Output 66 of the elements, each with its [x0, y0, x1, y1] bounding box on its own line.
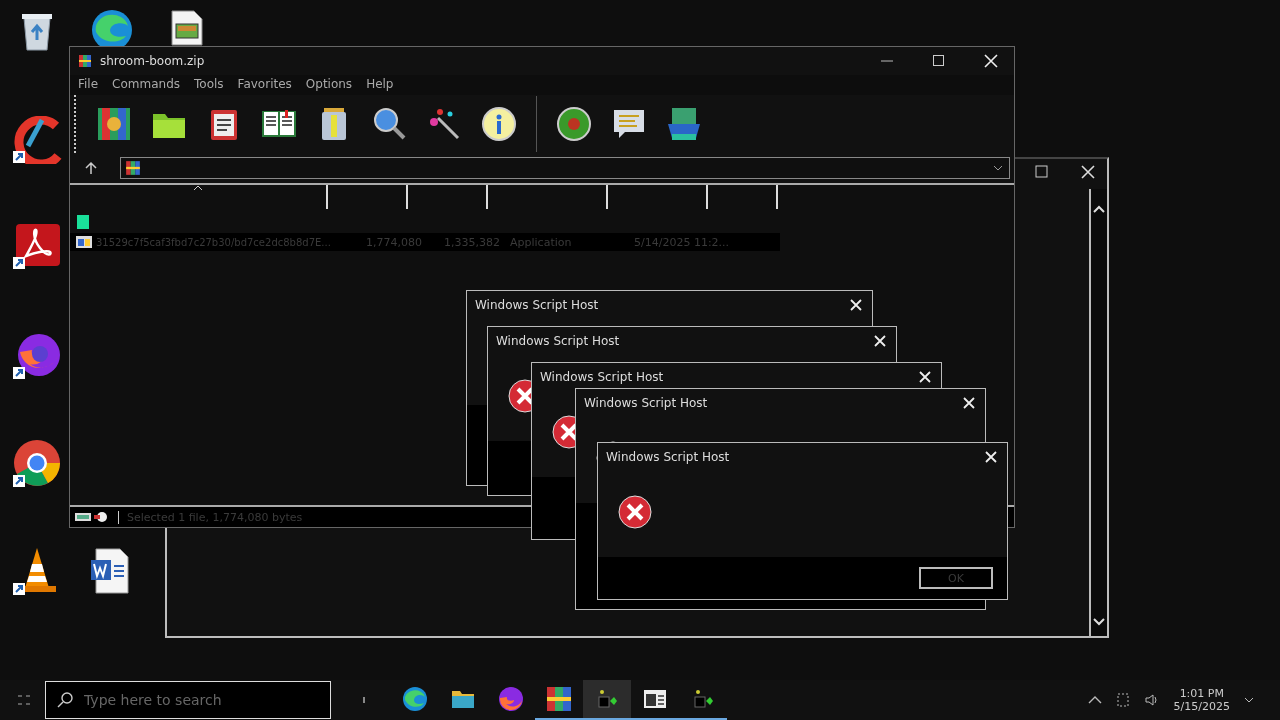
document-icon[interactable] — [170, 10, 204, 46]
dialog-title: Windows Script Host — [475, 298, 599, 312]
word-document-icon[interactable] — [90, 548, 130, 594]
script-icon — [596, 689, 618, 709]
close-icon[interactable] — [919, 371, 931, 383]
dialog-title: Windows Script Host — [540, 370, 664, 384]
close-icon[interactable] — [963, 397, 975, 409]
menu-item[interactable]: Help — [366, 77, 394, 91]
clock-date[interactable]: 5/15/2025 — [1173, 700, 1230, 713]
status-text: Selected 1 file, 1,774,080 bytes — [118, 510, 303, 524]
sort-caret-icon — [193, 185, 203, 191]
close-icon[interactable] — [1081, 165, 1095, 179]
shield-icon[interactable] — [556, 106, 592, 142]
type-cell-text: Application — [509, 235, 573, 249]
scroll-down-icon[interactable] — [1093, 618, 1105, 626]
folder-icon — [76, 215, 90, 229]
info-icon[interactable] — [481, 106, 517, 142]
archive-icon — [125, 160, 141, 176]
close-icon[interactable] — [874, 335, 886, 347]
folder-icon — [451, 688, 475, 710]
window-title: shroom-boom.zip — [100, 54, 205, 68]
dialog-title: Windows Script Host — [606, 450, 730, 464]
archive-box-icon[interactable] — [666, 106, 702, 142]
chrome-shortcut-icon[interactable] — [12, 438, 62, 488]
dialog-title: Windows Script Host — [584, 396, 708, 410]
dialog-title: Windows Script Host — [496, 334, 620, 348]
up-arrow-icon[interactable] — [84, 161, 98, 175]
firefox-icon — [498, 686, 524, 712]
scrollbar[interactable] — [1089, 189, 1107, 636]
network-icon[interactable] — [1115, 692, 1130, 708]
scroll-up-icon[interactable] — [1093, 205, 1105, 213]
edge-icon — [402, 686, 428, 712]
search-icon — [57, 692, 73, 708]
dropdown-caret-icon[interactable] — [993, 165, 1003, 171]
chevron-down-icon[interactable] — [1244, 697, 1254, 703]
cleaner-shortcut-icon[interactable] — [12, 116, 64, 164]
size-cell-text: 1,774,080 — [365, 235, 422, 249]
start-icon[interactable] — [17, 693, 31, 707]
application-icon — [76, 236, 92, 248]
close-icon[interactable] — [850, 299, 862, 311]
archive-icon — [78, 54, 92, 68]
close-icon[interactable] — [985, 451, 997, 463]
speaker-icon[interactable] — [1143, 692, 1160, 708]
menu-item[interactable]: Tools — [194, 77, 224, 91]
window-icon — [643, 688, 667, 710]
packed-cell-text: 1,335,382 — [443, 235, 500, 249]
file-name: 31529c7f5caf3fbd7c27b30/bd7ce2dc8b8d7E... — [96, 236, 332, 248]
search-field[interactable]: Type here to search — [45, 681, 331, 719]
archive-icon — [546, 686, 572, 712]
menu-item[interactable]: Commands — [112, 77, 181, 91]
taskbar-app[interactable] — [583, 680, 631, 720]
menu-item[interactable]: Favorites — [237, 77, 292, 91]
script-icon — [692, 689, 714, 709]
add-archive-icon[interactable] — [96, 106, 132, 142]
close-icon[interactable] — [984, 54, 998, 68]
menu-item[interactable]: File — [78, 77, 99, 91]
pdf-shortcut-icon[interactable] — [12, 222, 62, 270]
menu-item[interactable]: Options — [305, 77, 353, 91]
modified-cell-text: 5/14/2025 11:2... — [633, 235, 731, 249]
clock-time[interactable]: 1:01 PM — [1179, 687, 1224, 700]
error-icon — [618, 495, 652, 529]
address-field[interactable] — [120, 157, 1010, 179]
chevron-up-icon[interactable] — [1087, 695, 1102, 705]
drive-icon — [74, 511, 110, 523]
maximize-icon[interactable] — [932, 54, 946, 68]
search-icon[interactable] — [371, 106, 407, 142]
